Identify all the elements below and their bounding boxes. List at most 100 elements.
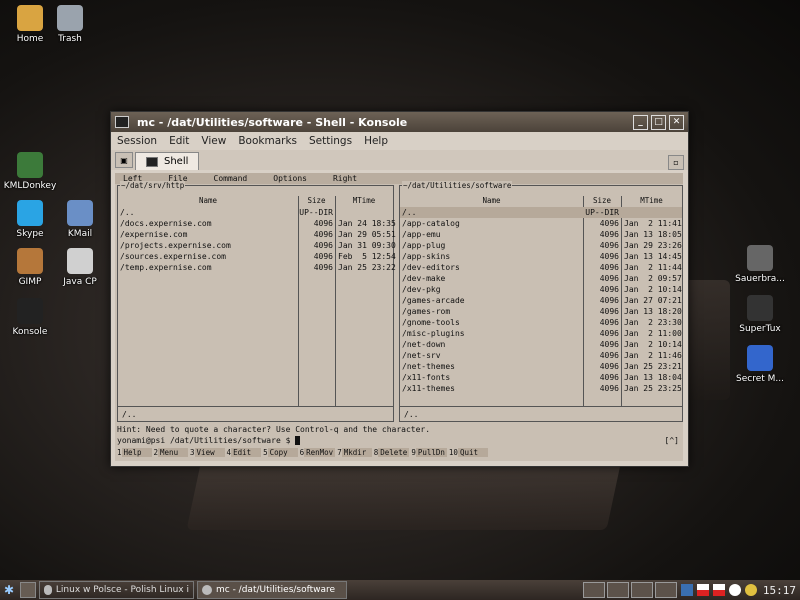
fkey-label: Quit — [457, 448, 488, 457]
desktop-icon-java-cp[interactable]: Java CP — [50, 248, 110, 287]
desktop-icon-secret-m-[interactable]: Secret M... — [730, 345, 790, 384]
menu-edit[interactable]: Edit — [169, 135, 189, 147]
fkey-label: Menu — [158, 448, 189, 457]
clock[interactable]: 15:17 — [763, 584, 796, 597]
fkey-delete[interactable]: 8 Delete — [374, 448, 410, 457]
close-button[interactable]: ✕ — [669, 114, 684, 130]
keyboard-layout-icon[interactable] — [712, 584, 725, 596]
fkey-label: Copy — [267, 448, 298, 457]
mc-menu-command[interactable]: Command — [214, 174, 248, 183]
konsole-title-icon[interactable] — [115, 116, 129, 128]
terminal-icon — [202, 585, 212, 595]
file-row[interactable]: /app-emu 4096 Jan 13 18:05 — [400, 229, 682, 240]
mc-right-panel[interactable]: ~/dat/Utilities/software Name Size MTime… — [399, 181, 683, 422]
menu-settings[interactable]: Settings — [309, 135, 352, 147]
desktop-pager-3[interactable] — [630, 582, 653, 598]
new-tab-button[interactable]: ▣ — [115, 152, 133, 168]
mc-left-panel[interactable]: ~/dat/srv/http Name Size MTime /.. UP--DI… — [117, 181, 396, 422]
minimize-button[interactable]: _ — [633, 114, 648, 130]
file-row[interactable]: /net-down 4096 Jan 2 10:14 — [400, 339, 682, 350]
file-size: 4096 — [599, 340, 619, 349]
close-tab-button[interactable]: ▫ — [668, 155, 684, 170]
file-mtime: Jan 24 18:35 — [338, 219, 396, 228]
konsole-icon — [17, 298, 43, 324]
window-menubar: Session Edit View Bookmarks Settings Help — [111, 132, 688, 150]
file-row[interactable]: /docs.expernise.com 4096 Jan 24 18:35 — [118, 218, 396, 229]
shell-prompt[interactable]: yonami@psi /dat/Utilities/software $ — [117, 436, 301, 445]
fkey-edit[interactable]: 4 Edit — [227, 448, 262, 457]
file-row[interactable]: /expernise.com 4096 Jan 29 05:51 — [118, 229, 396, 240]
clipboard-icon[interactable] — [728, 584, 741, 596]
fkey-renmov[interactable]: 6 RenMov — [300, 448, 336, 457]
desktop-icon-kmail[interactable]: KMail — [50, 200, 110, 239]
menu-bookmarks[interactable]: Bookmarks — [238, 135, 297, 147]
window-titlebar[interactable]: mc - /dat/Utilities/software - Shell - K… — [111, 112, 688, 132]
fkey-mkdir[interactable]: 7 Mkdir — [337, 448, 372, 457]
fkey-view[interactable]: 3 View — [190, 448, 225, 457]
maximize-button[interactable]: □ — [651, 114, 666, 130]
file-row[interactable]: /app-skins 4096 Jan 13 14:45 — [400, 251, 682, 262]
terminal-area[interactable]: Left File Command Options Right ~/dat/srv/ht… — [115, 173, 683, 461]
file-name: /temp.expernise.com — [120, 263, 212, 272]
fkey-help[interactable]: 1 Help — [117, 448, 152, 457]
file-name: /games-arcade — [402, 296, 465, 305]
desktop-pager-1[interactable] — [582, 582, 605, 598]
desktop-icon-kmldonkey[interactable]: KMLDonkey — [0, 152, 60, 191]
file-row[interactable]: /misc-plugins 4096 Jan 2 11:00 — [400, 328, 682, 339]
settings-icon[interactable] — [744, 584, 757, 596]
fkey-label: Mkdir — [341, 448, 372, 457]
file-row[interactable]: /games-rom 4096 Jan 13 18:20 — [400, 306, 682, 317]
flag-pl-icon[interactable] — [696, 584, 709, 596]
desktop-icon-konsole[interactable]: Konsole — [0, 298, 60, 337]
file-name: /sources.expernise.com — [120, 252, 226, 261]
file-row[interactable]: /app-catalog 4096 Jan 2 11:41 — [400, 218, 682, 229]
file-size: 4096 — [599, 384, 619, 393]
fkey-pulldn[interactable]: 9 PullDn — [411, 448, 447, 457]
arrow-icon[interactable] — [680, 584, 693, 596]
file-row[interactable]: /app-plug 4096 Jan 29 23:26 — [400, 240, 682, 251]
file-size: 4096 — [599, 296, 619, 305]
file-row[interactable]: /net-srv 4096 Jan 2 11:46 — [400, 350, 682, 361]
file-name: /dev-make — [402, 274, 446, 283]
file-row[interactable]: /.. UP--DIR — [400, 207, 682, 218]
desktop-pager-4[interactable] — [654, 582, 677, 598]
desktop-icon-supertux[interactable]: SuperTux — [730, 295, 790, 334]
prompt-indicator: [^] — [664, 436, 679, 445]
file-row[interactable]: /dev-make 4096 Jan 2 09:57 — [400, 273, 682, 284]
file-row[interactable]: /net-themes 4096 Jan 25 23:21 — [400, 361, 682, 372]
menu-help[interactable]: Help — [364, 135, 388, 147]
file-row[interactable]: /.. UP--DIR — [118, 207, 393, 218]
desktop-icon-sauerbra-[interactable]: Sauerbra... — [730, 245, 790, 284]
file-name: /x11-fonts — [402, 373, 451, 382]
kde-menu-icon[interactable]: ✱ — [0, 581, 18, 599]
fkey-label: PullDn — [415, 448, 447, 457]
file-row[interactable]: /projects.expernise.com 4096 Jan 31 09:30 — [118, 240, 396, 251]
show-desktop-icon[interactable] — [20, 582, 36, 598]
fkey-menu[interactable]: 2 Menu — [154, 448, 189, 457]
file-mtime: Jan 13 18:05 — [624, 230, 682, 239]
file-row[interactable]: /sources.expernise.com 4096 Feb 5 12:54 — [118, 251, 396, 262]
file-row[interactable]: /temp.expernise.com 4096 Jan 25 23:22 — [118, 262, 396, 273]
desktop-pager-2[interactable] — [606, 582, 629, 598]
menu-view[interactable]: View — [201, 135, 226, 147]
file-row[interactable]: /dev-editors 4096 Jan 2 11:44 — [400, 262, 682, 273]
hint-line: Hint: Need to quote a character? Use Con… — [117, 425, 431, 434]
terminal-icon — [146, 156, 158, 167]
taskbar-task[interactable]: mc - /dat/Utilities/software — [197, 581, 347, 599]
file-row[interactable]: /dev-pkg 4096 Jan 2 10:14 — [400, 284, 682, 295]
menu-session[interactable]: Session — [117, 135, 157, 147]
file-size: 4096 — [313, 252, 333, 261]
tab-shell[interactable]: Shell — [135, 152, 200, 170]
file-row[interactable]: /x11-themes 4096 Jan 25 23:25 — [400, 383, 682, 394]
mc-menu-right[interactable]: Right — [333, 174, 357, 183]
fkey-quit[interactable]: 10 Quit — [449, 448, 488, 457]
file-size: 4096 — [313, 263, 333, 272]
file-row[interactable]: /gnome-tools 4096 Jan 2 23:30 — [400, 317, 682, 328]
file-row[interactable]: /games-arcade 4096 Jan 27 07:21 — [400, 295, 682, 306]
mc-menu-options[interactable]: Options — [273, 174, 307, 183]
taskbar-task[interactable]: Linux w Polsce - Polish Linux i — [39, 581, 194, 599]
desktop-icon-trash[interactable]: Trash — [40, 5, 100, 44]
right-file-list: /.. UP--DIR/app-catalog 4096 Jan 2 11:41/ap… — [400, 207, 682, 394]
fkey-copy[interactable]: 5 Copy — [263, 448, 298, 457]
file-row[interactable]: /x11-fonts 4096 Jan 13 18:04 — [400, 372, 682, 383]
